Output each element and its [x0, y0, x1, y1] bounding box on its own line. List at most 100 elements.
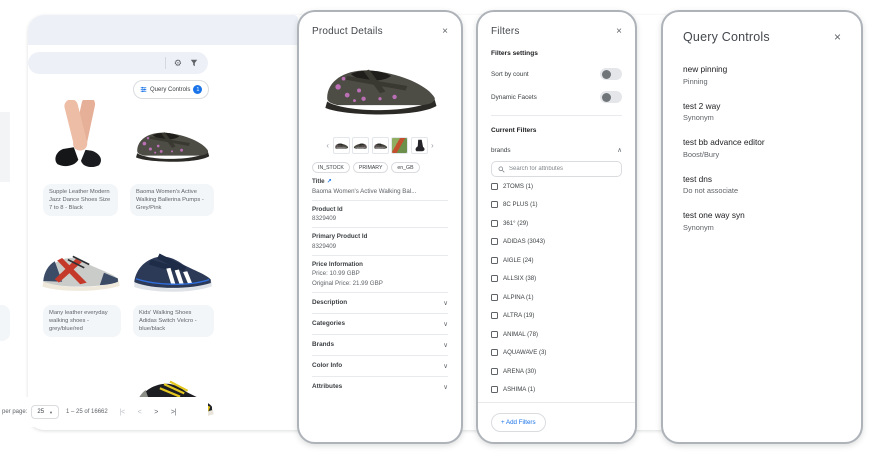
checkbox[interactable]: [491, 294, 498, 301]
query-control-item[interactable]: test one way syn Synonym: [683, 210, 841, 232]
product-image-navy-velcro-sneaker[interactable]: [131, 238, 215, 296]
product-card[interactable]: Kids' Walking Shoes Adidas Switch Velcro…: [133, 305, 214, 337]
checkbox[interactable]: [491, 312, 498, 319]
checkbox[interactable]: [491, 386, 498, 393]
product-image-ballerina-pumps[interactable]: [130, 116, 214, 170]
facet-option-row[interactable]: ANIMAL (78): [491, 325, 622, 344]
facet-option-row[interactable]: ALPINA (1): [491, 288, 622, 307]
accordion-color-info[interactable]: Color Info ∨: [312, 356, 448, 376]
close-icon[interactable]: ×: [616, 27, 622, 37]
facet-option-label: AQUAWAVE (3): [503, 349, 546, 356]
facet-option-label: AIGLE (24): [503, 257, 533, 264]
close-icon[interactable]: ×: [834, 31, 841, 43]
checkbox[interactable]: [491, 183, 498, 190]
prev-page-icon[interactable]: <: [138, 409, 142, 416]
page-size-select[interactable]: 25 ▼: [31, 405, 59, 419]
query-control-item[interactable]: test 2 way Synonym: [683, 101, 841, 123]
carousel-prev-icon[interactable]: ‹: [325, 141, 330, 150]
gear-icon[interactable]: ⚙: [174, 59, 182, 68]
price-info-field: Price Information Price: 10.99 GBP Origi…: [312, 261, 448, 293]
query-control-item[interactable]: new pinning Pinning: [683, 64, 841, 86]
facet-brands-header[interactable]: brands ∧: [491, 146, 622, 154]
first-page-icon[interactable]: |<: [120, 409, 125, 416]
close-icon[interactable]: ×: [442, 27, 448, 37]
checkbox[interactable]: [491, 257, 498, 264]
external-link-icon[interactable]: ↗: [327, 178, 332, 185]
query-control-name: test one way syn: [683, 210, 841, 220]
product-image-ballerina-pumps-large: [316, 45, 444, 127]
product-card[interactable]: Many leather everyday walking shoes - gr…: [43, 305, 121, 337]
tune-icon: [140, 86, 147, 93]
facet-option-label: ALTRA (19): [503, 312, 534, 319]
query-controls-button-label: Query Controls: [150, 87, 190, 93]
accordion-attributes[interactable]: Attributes ∨: [312, 377, 448, 397]
toggle-label: Dynamic Facets: [491, 94, 537, 101]
cut-product-card: [0, 112, 10, 182]
accordion-brands[interactable]: Brands ∨: [312, 335, 448, 355]
facet-option-row[interactable]: AQUAWAVE (3): [491, 344, 622, 363]
thumb-boot-image: [412, 138, 427, 153]
thumbnail[interactable]: [391, 137, 408, 154]
query-control-item[interactable]: test bb advance editor Boost/Bury: [683, 137, 841, 159]
filter-funnel-icon[interactable]: [190, 59, 198, 67]
product-card[interactable]: Supple Leather Modern Jazz Dance Shoes S…: [43, 184, 118, 216]
checkbox[interactable]: [491, 220, 498, 227]
facet-option-row[interactable]: AIGLE (24): [491, 251, 622, 270]
sort-by-count-row: Sort by count: [491, 68, 622, 80]
search-bar[interactable]: ⚙: [28, 52, 208, 74]
checkbox[interactable]: [491, 201, 498, 208]
checkbox[interactable]: [491, 331, 498, 338]
dynamic-facets-toggle[interactable]: [600, 91, 622, 103]
thumbnail[interactable]: [352, 137, 369, 154]
product-image-jazz-shoes[interactable]: [45, 100, 117, 180]
query-control-type: Synonym: [683, 113, 841, 122]
thumbnail[interactable]: [372, 137, 389, 154]
filters-panel: Filters × Filters settings Sort by count…: [476, 10, 637, 444]
facet-search-input[interactable]: [509, 166, 615, 172]
divider: [312, 255, 448, 256]
checkbox[interactable]: [491, 275, 498, 282]
pagination-bar: per page: 25 ▼ 1 – 25 of 16662 |< < > >|: [0, 397, 208, 427]
facet-search-box[interactable]: [491, 161, 622, 177]
query-controls-button[interactable]: Query Controls 1: [133, 80, 209, 99]
product-id-field: Product Id 8329409: [312, 206, 448, 229]
facet-option-row[interactable]: 361° (29): [491, 214, 622, 233]
facet-option-row[interactable]: ARENA (30): [491, 362, 622, 381]
accordion-categories[interactable]: Categories ∨: [312, 314, 448, 334]
product-image-grey-red-sneaker[interactable]: [40, 238, 122, 296]
add-filters-button[interactable]: + Add Filters: [491, 413, 546, 432]
facet-option-row[interactable]: ASHIMA (1): [491, 381, 622, 394]
facet-option-row[interactable]: ALLSIX (38): [491, 270, 622, 289]
sort-by-count-toggle[interactable]: [600, 68, 622, 80]
facet-option-list: 2TOMS (1) 8C PLUS (1) 361° (29) ADIDAS (…: [491, 177, 622, 393]
facet-option-label: ARENA (30): [503, 368, 536, 375]
accordion-description[interactable]: Description ∨: [312, 293, 448, 313]
price-value: Price: 10.99 GBP: [312, 270, 448, 277]
next-page-icon[interactable]: >: [154, 409, 158, 416]
divider: [312, 200, 448, 201]
facet-option-row[interactable]: ALTRA (19): [491, 307, 622, 326]
query-controls-badge: 1: [193, 85, 202, 94]
thumbnail-carousel: ‹ ›: [312, 137, 448, 154]
divider: [165, 57, 166, 69]
last-page-icon[interactable]: >|: [171, 409, 176, 416]
thumb-shoe-image: [334, 140, 349, 151]
query-control-type: Synonym: [683, 223, 841, 232]
query-control-item[interactable]: test dns Do not associate: [683, 174, 841, 196]
product-caption: Many leather everyday walking shoes - gr…: [49, 310, 108, 332]
checkbox[interactable]: [491, 368, 498, 375]
original-price-value: Original Price: 21.99 GBP: [312, 280, 448, 287]
thumbnail[interactable]: [411, 137, 428, 154]
thumbnail[interactable]: [333, 137, 350, 154]
page-size-value: 25: [37, 409, 44, 415]
product-card[interactable]: Baoma Women's Active Walking Ballerina P…: [130, 184, 214, 216]
query-control-name: test dns: [683, 174, 841, 184]
carousel-next-icon[interactable]: ›: [430, 141, 435, 150]
facet-option-row[interactable]: 2TOMS (1): [491, 177, 622, 196]
chevron-down-icon: ∨: [443, 320, 448, 328]
checkbox[interactable]: [491, 238, 498, 245]
facet-option-row[interactable]: 8C PLUS (1): [491, 196, 622, 215]
facet-option-row[interactable]: ADIDAS (3043): [491, 233, 622, 252]
facet-option-label: ASHIMA (1): [503, 386, 535, 393]
checkbox[interactable]: [491, 349, 498, 356]
